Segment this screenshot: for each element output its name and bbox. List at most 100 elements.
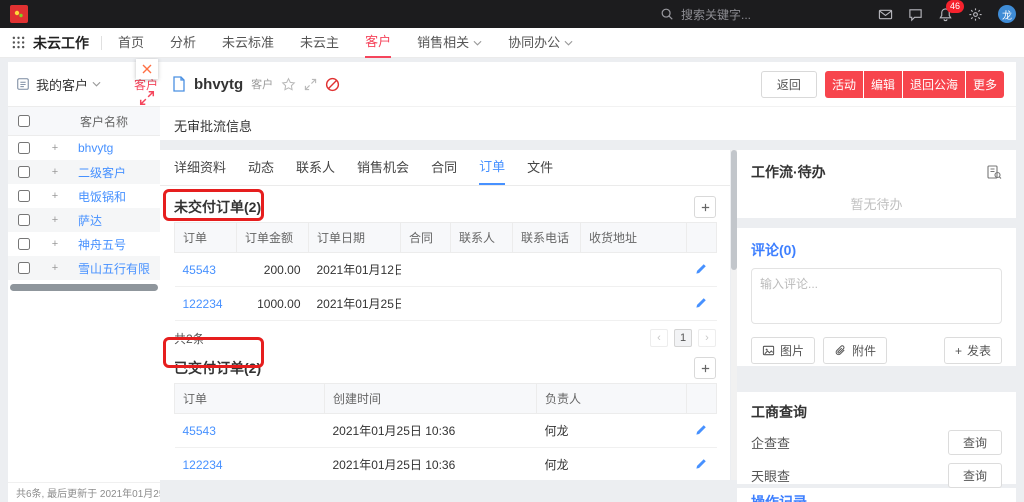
comments-card: 评论(0) 图片 附件 + 发表 xyxy=(737,228,1016,366)
list-item[interactable]: + 萨达 xyxy=(8,208,160,232)
row-checkbox[interactable] xyxy=(18,238,30,250)
attachment-button[interactable]: 附件 xyxy=(823,337,887,364)
close-button[interactable] xyxy=(136,59,158,79)
add-order-button[interactable] xyxy=(694,196,716,218)
nav-item-main[interactable]: 未云主 xyxy=(300,28,339,58)
chevron-down-icon[interactable] xyxy=(92,81,101,87)
nav-item-collaboration[interactable]: 协同办公 xyxy=(508,28,573,58)
expand-toggle[interactable]: + xyxy=(45,190,65,202)
messages-icon[interactable] xyxy=(908,7,923,22)
edit-pencil-icon[interactable] xyxy=(695,423,708,436)
notification-badge: 46 xyxy=(946,0,964,13)
order-detail-card: 详细资料 动态 联系人 销售机会 合同 订单 文件 未交付订单(2) 订单订单金… xyxy=(160,150,730,480)
tab-activity[interactable]: 动态 xyxy=(248,150,274,185)
order-link[interactable]: 122234 xyxy=(183,458,223,472)
nav-item-sales[interactable]: 销售相关 xyxy=(417,28,482,58)
global-search[interactable]: 搜索关键字... xyxy=(660,0,751,28)
image-icon xyxy=(762,344,775,357)
next-section-card: 操作记录 xyxy=(737,488,1016,502)
customer-link[interactable]: bhvytg xyxy=(78,141,113,155)
nav-item-customers[interactable]: 客户 xyxy=(365,28,391,58)
query-button[interactable]: 查询 xyxy=(948,463,1002,488)
image-button[interactable]: 图片 xyxy=(751,337,815,364)
edit-button[interactable]: 编辑 xyxy=(864,71,902,98)
user-avatar[interactable]: 龙 xyxy=(998,5,1016,23)
row-checkbox[interactable] xyxy=(18,166,30,178)
chevron-down-icon xyxy=(564,40,573,46)
comment-input[interactable] xyxy=(751,268,1002,324)
row-checkbox[interactable] xyxy=(18,142,30,154)
tab-contacts[interactable]: 联系人 xyxy=(296,150,335,185)
app-logo-icon[interactable] xyxy=(10,5,28,23)
expand-panel-button[interactable] xyxy=(139,90,157,108)
tab-contracts[interactable]: 合同 xyxy=(431,150,457,185)
edit-pencil-icon[interactable] xyxy=(695,296,708,309)
row-checkbox[interactable] xyxy=(18,214,30,226)
workflow-card: 工作流·待办 暂无待办 xyxy=(737,150,1016,218)
comments-title: 评论(0) xyxy=(751,240,796,260)
back-button[interactable]: 返回 xyxy=(761,71,817,98)
customer-link[interactable]: 神舟五号 xyxy=(78,236,126,253)
list-item[interactable]: + 电饭锅和 xyxy=(8,184,160,208)
order-link[interactable]: 45543 xyxy=(183,263,216,277)
query-button[interactable]: 查询 xyxy=(948,430,1002,455)
action-button-group: 活动 编辑 退回公海 更多 xyxy=(825,71,1004,98)
nav-item-standard[interactable]: 未云标准 xyxy=(222,28,274,58)
column-header: 客户名称 xyxy=(80,113,128,130)
mail-icon[interactable] xyxy=(878,7,893,22)
settings-gear-icon[interactable] xyxy=(968,7,983,22)
tab-profile[interactable]: 详细资料 xyxy=(174,150,226,185)
customer-link[interactable]: 电饭锅和 xyxy=(78,188,126,205)
return-to-pool-button[interactable]: 退回公海 xyxy=(903,71,965,98)
tab-opportunities[interactable]: 销售机会 xyxy=(357,150,409,185)
workflow-search-icon[interactable] xyxy=(986,164,1002,180)
list-item[interactable]: + 二级客户 xyxy=(8,160,160,184)
record-title: bhvytg xyxy=(194,76,243,93)
order-link[interactable]: 45543 xyxy=(183,424,216,438)
list-title[interactable]: 我的客户 xyxy=(36,75,88,94)
nav-item-analysis[interactable]: 分析 xyxy=(170,28,196,58)
expand-toggle[interactable]: + xyxy=(45,142,65,154)
select-all-checkbox[interactable] xyxy=(18,115,30,127)
approval-info: 无审批流信息 xyxy=(160,106,1016,144)
list-icon xyxy=(16,77,30,91)
expand-toggle[interactable]: + xyxy=(45,238,65,250)
next-page-button[interactable]: › xyxy=(698,329,716,347)
expand-toggle[interactable]: + xyxy=(45,166,65,178)
horizontal-scrollbar[interactable] xyxy=(10,284,158,291)
list-item[interactable]: + 神舟五号 xyxy=(8,232,160,256)
order-link[interactable]: 122234 xyxy=(183,297,223,311)
more-button[interactable]: 更多 xyxy=(966,71,1004,98)
current-page[interactable]: 1 xyxy=(674,329,692,347)
notifications-bell-icon[interactable]: 46 xyxy=(938,7,953,22)
restricted-circle-icon[interactable] xyxy=(325,77,340,92)
list-item[interactable]: + 雪山五行有限 xyxy=(8,256,160,280)
app-grid-icon[interactable] xyxy=(12,36,25,49)
delivered-orders-section: 已交付订单(2) 订单创建时间负责人 45543 2021年01月25日 10:… xyxy=(160,353,730,480)
customer-link[interactable]: 雪山五行有限 xyxy=(78,260,150,277)
list-footer: 共6条, 最后更新于 2021年01月25日 xyxy=(8,482,160,502)
record-type-tag: 客户 xyxy=(251,76,273,92)
tab-orders[interactable]: 订单 xyxy=(479,150,505,185)
search-icon xyxy=(660,7,674,21)
record-count: 共2条 xyxy=(174,330,205,347)
edit-pencil-icon[interactable] xyxy=(695,262,708,275)
nav-item-home[interactable]: 首页 xyxy=(118,28,144,58)
expand-toggle[interactable]: + xyxy=(45,262,65,274)
activity-button[interactable]: 活动 xyxy=(825,71,863,98)
list-item[interactable]: + bhvytg xyxy=(8,136,160,160)
star-icon[interactable] xyxy=(281,77,296,92)
customer-link[interactable]: 萨达 xyxy=(78,212,102,229)
tab-files[interactable]: 文件 xyxy=(527,150,553,185)
post-comment-button[interactable]: + 发表 xyxy=(944,337,1002,364)
row-checkbox[interactable] xyxy=(18,190,30,202)
expand-toggle[interactable]: + xyxy=(45,214,65,226)
customer-link[interactable]: 二级客户 xyxy=(78,164,126,181)
add-order-button[interactable] xyxy=(694,357,716,379)
table-row: 122234 2021年01月25日 10:36 何龙 xyxy=(175,448,717,481)
fullscreen-icon[interactable] xyxy=(304,78,317,91)
prev-page-button[interactable]: ‹ xyxy=(650,329,668,347)
row-checkbox[interactable] xyxy=(18,262,30,274)
document-icon xyxy=(172,76,186,92)
edit-pencil-icon[interactable] xyxy=(695,457,708,470)
